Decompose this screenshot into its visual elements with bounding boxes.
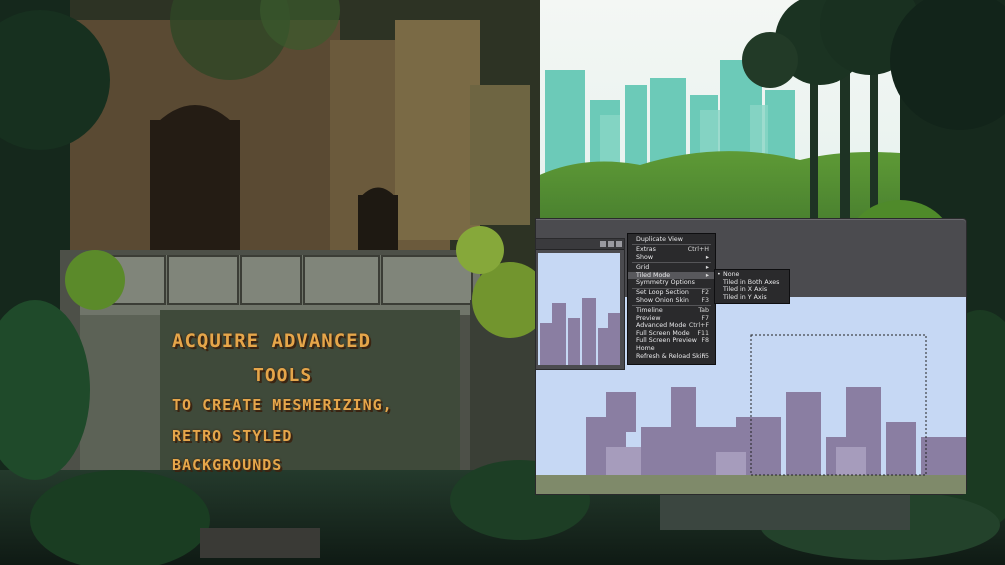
menu-label: Advanced Mode	[636, 322, 687, 329]
menu-item-timeline[interactable]: Timeline Tab	[628, 307, 715, 315]
menu-item-grid[interactable]: Grid ▸	[628, 264, 715, 272]
preview-title-bar[interactable]	[536, 239, 624, 250]
menu-shortcut: F3	[701, 296, 709, 304]
menu-shortcut: Tab	[698, 307, 709, 314]
menu-item-advanced-mode[interactable]: Advanced Mode Ctrl+F	[628, 322, 715, 330]
headline-line-4: RETRO STYLED	[172, 427, 293, 445]
submenu-item-tiled-y[interactable]: Tiled in Y Axis	[715, 294, 789, 302]
menu-item-refresh-reload-skin[interactable]: Refresh & Reload Skin F5	[628, 353, 715, 361]
submenu-item-tiled-both[interactable]: Tiled in Both Axes	[715, 279, 789, 287]
menu-label: Refresh & Reload Skin	[636, 353, 706, 360]
submenu-label: Tiled in X Axis	[723, 286, 768, 293]
maximize-icon[interactable]	[608, 241, 614, 247]
menu-item-extras[interactable]: Extras Ctrl+H	[628, 246, 715, 254]
menu-item-full-screen-mode[interactable]: Full Screen Mode F11	[628, 330, 715, 338]
menu-label: Duplicate View	[636, 236, 683, 243]
submenu-arrow-icon: ▸	[705, 271, 709, 279]
menu-label: Tiled Mode	[636, 271, 671, 279]
submenu-item-tiled-x[interactable]: Tiled in X Axis	[715, 286, 789, 294]
menu-separator	[632, 244, 711, 245]
menu-shortcut: Ctrl+F	[688, 322, 709, 329]
submenu-label: None	[723, 271, 740, 278]
menu-item-preview[interactable]: Preview F7	[628, 315, 715, 323]
menu-shortcut: F7	[701, 314, 709, 322]
menu-shortcut: F11	[697, 329, 709, 337]
preview-window[interactable]	[535, 238, 625, 370]
menu-item-duplicate-view[interactable]: Duplicate View	[628, 236, 715, 244]
menu-label: Symmetry Options	[636, 279, 695, 286]
menu-item-symmetry-options[interactable]: Symmetry Options	[628, 279, 715, 287]
menu-item-show-onion-skin[interactable]: Show Onion Skin F3	[628, 297, 715, 305]
menu-item-home[interactable]: Home	[628, 345, 715, 353]
submenu-arrow-icon: ▸	[705, 264, 709, 271]
menu-label: Extras	[636, 246, 656, 253]
submenu-label: Tiled in Y Axis	[723, 293, 767, 301]
menu-item-full-screen-preview[interactable]: Full Screen Preview F8	[628, 337, 715, 345]
view-context-menu: Duplicate View Extras Ctrl+H Show ▸ Grid ▸ …	[627, 233, 716, 365]
menu-label: Home	[636, 344, 655, 352]
menu-separator	[632, 262, 711, 263]
headline-line-2: TOOLS	[253, 365, 313, 386]
menu-label: Full Screen Mode	[636, 329, 690, 337]
menu-item-set-loop-section[interactable]: Set Loop Section F2	[628, 289, 715, 297]
menu-label: Full Screen Preview	[636, 337, 697, 344]
menu-label: Show Onion Skin	[636, 296, 689, 304]
submenu-arrow-icon: ▸	[705, 253, 709, 261]
menu-label: Preview	[636, 314, 661, 322]
menu-item-tiled-mode[interactable]: Tiled Mode ▸	[628, 271, 715, 279]
headline-line-1: ACQUIRE ADVANCED	[172, 330, 372, 352]
menu-label: Set Loop Section	[636, 289, 689, 296]
submenu-label: Tiled in Both Axes	[723, 278, 780, 286]
menu-shortcut: F5	[701, 353, 709, 360]
menu-shortcut: F2	[701, 289, 709, 296]
menu-label: Show	[636, 253, 653, 261]
headline-line-3: TO CREATE MESMERIZING,	[172, 396, 393, 414]
minimize-icon[interactable]	[600, 241, 606, 247]
submenu-item-none[interactable]: None	[715, 271, 789, 279]
menu-label: Timeline	[636, 307, 663, 314]
menu-separator	[632, 305, 711, 306]
menu-item-show[interactable]: Show ▸	[628, 254, 715, 262]
headline-line-5: BACKGROUNDS	[172, 456, 283, 474]
menu-shortcut: Ctrl+H	[687, 246, 709, 253]
preview-canvas	[538, 253, 620, 365]
menu-label: Grid	[636, 264, 650, 271]
menu-shortcut: F8	[701, 337, 709, 344]
tiled-mode-submenu: None Tiled in Both Axes Tiled in X Axis …	[714, 269, 790, 304]
close-icon[interactable]	[616, 241, 622, 247]
